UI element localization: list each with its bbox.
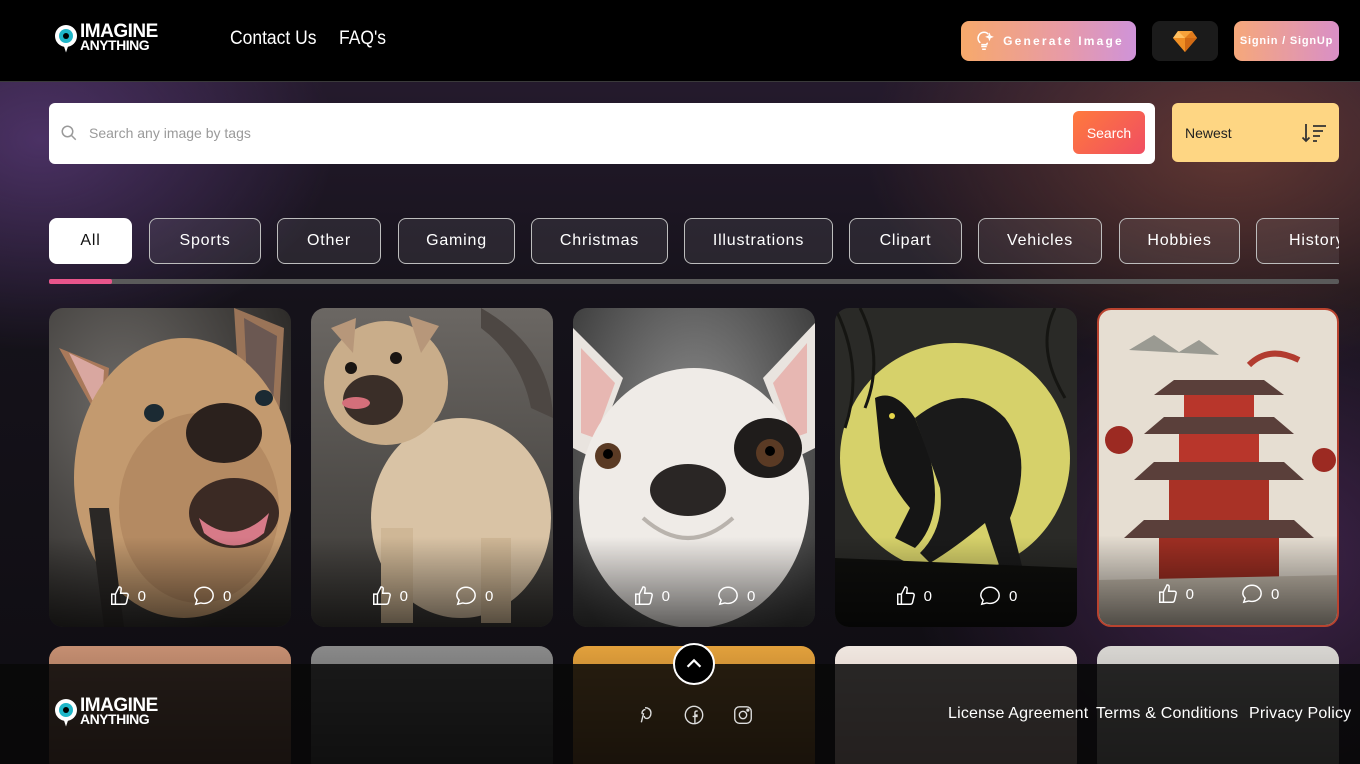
comment-icon (718, 586, 738, 606)
nav-faq-link[interactable]: FAQ's (339, 28, 386, 50)
eye-logo-icon (55, 698, 77, 727)
generate-image-label: Generate Image (1003, 34, 1124, 48)
comment-icon (980, 586, 1000, 606)
like-count-value: 0 (399, 587, 408, 605)
tab-all[interactable]: All (49, 218, 132, 264)
category-tabs: All Sports Other Gaming Christmas Illust… (49, 218, 1339, 264)
comment-count-value: 0 (223, 587, 232, 605)
like-count[interactable]: 0 (1157, 583, 1194, 605)
sort-dropdown[interactable]: Newest (1172, 103, 1339, 162)
tab-illustrations[interactable]: Illustrations (684, 218, 833, 264)
footer-terms-link[interactable]: Terms & Conditions (1096, 705, 1238, 723)
comment-count[interactable]: 0 (1240, 583, 1279, 605)
comment-count-value: 0 (1271, 585, 1280, 603)
instagram-icon[interactable] (732, 704, 754, 726)
comment-count-value: 0 (485, 587, 494, 605)
tabs-scroll-indicator[interactable] (49, 279, 112, 284)
chevron-up-icon (686, 658, 702, 668)
footer-privacy-link[interactable]: Privacy Policy (1249, 705, 1351, 723)
tab-sports[interactable]: Sports (149, 218, 261, 264)
pinterest-icon[interactable] (634, 704, 656, 726)
comment-count[interactable]: 0 (978, 585, 1017, 607)
image-card[interactable]: 0 0 (573, 308, 815, 627)
like-count[interactable]: 0 (371, 585, 408, 607)
thumbs-up-icon (372, 586, 391, 605)
nav-contact-link[interactable]: Contact Us (230, 28, 316, 50)
comment-count-value: 0 (747, 587, 756, 605)
comment-count[interactable]: 0 (454, 585, 493, 607)
like-count-value: 0 (661, 587, 670, 605)
facebook-icon[interactable] (683, 704, 705, 726)
image-card[interactable]: 0 0 (49, 308, 291, 627)
scroll-to-top-button[interactable] (673, 643, 715, 685)
tab-vehicles[interactable]: Vehicles (978, 218, 1102, 264)
comment-count-value: 0 (1009, 587, 1018, 605)
thumbs-up-icon (896, 586, 915, 605)
top-bar: IMAGINE ANYTHING Contact Us FAQ's Genera… (0, 0, 1360, 82)
brand-line-2: ANYTHING (80, 37, 150, 53)
generate-image-button[interactable]: Generate Image (961, 21, 1136, 61)
sort-icon (1301, 123, 1326, 142)
tab-clipart[interactable]: Clipart (849, 218, 962, 264)
tab-history[interactable]: History (1256, 218, 1339, 264)
thumbs-up-icon (110, 586, 129, 605)
comment-count[interactable]: 0 (716, 585, 755, 607)
tab-gaming[interactable]: Gaming (398, 218, 515, 264)
like-count-value: 0 (923, 587, 932, 605)
image-card[interactable]: 0 0 (1097, 308, 1339, 627)
brand-logo[interactable]: IMAGINE ANYTHING (55, 22, 158, 53)
tab-other[interactable]: Other (277, 218, 381, 264)
search-bar: Search (49, 103, 1155, 164)
comment-icon (1242, 584, 1262, 604)
eye-logo-icon (55, 24, 77, 53)
comment-icon (194, 586, 214, 606)
comment-count[interactable]: 0 (192, 585, 231, 607)
search-icon (61, 125, 77, 141)
footer-license-link[interactable]: License Agreement (948, 705, 1088, 723)
like-count[interactable]: 0 (109, 585, 146, 607)
diamond-icon (1173, 31, 1197, 52)
tab-christmas[interactable]: Christmas (531, 218, 668, 264)
search-button[interactable]: Search (1073, 111, 1145, 154)
footer-brand-logo[interactable]: IMAGINE ANYTHING (55, 696, 158, 727)
tabs-scroll-track[interactable] (49, 279, 1339, 284)
thumbs-up-icon (1158, 584, 1177, 603)
premium-button[interactable] (1152, 21, 1218, 61)
signin-signup-button[interactable]: Signin / SignUp (1234, 21, 1339, 61)
like-count-value: 0 (1185, 585, 1194, 603)
like-count-value: 0 (137, 587, 146, 605)
sort-label: Newest (1185, 124, 1232, 141)
tab-hobbies[interactable]: Hobbies (1119, 218, 1240, 264)
lightbulb-sparkle-icon (977, 31, 994, 50)
brand-line-2: ANYTHING (80, 711, 150, 727)
image-card[interactable]: 0 0 (311, 308, 553, 627)
image-card[interactable]: 0 0 (835, 308, 1077, 627)
thumbs-up-icon (634, 586, 653, 605)
comment-icon (456, 586, 476, 606)
like-count[interactable]: 0 (895, 585, 932, 607)
search-input[interactable] (89, 118, 1049, 148)
like-count[interactable]: 0 (633, 585, 670, 607)
